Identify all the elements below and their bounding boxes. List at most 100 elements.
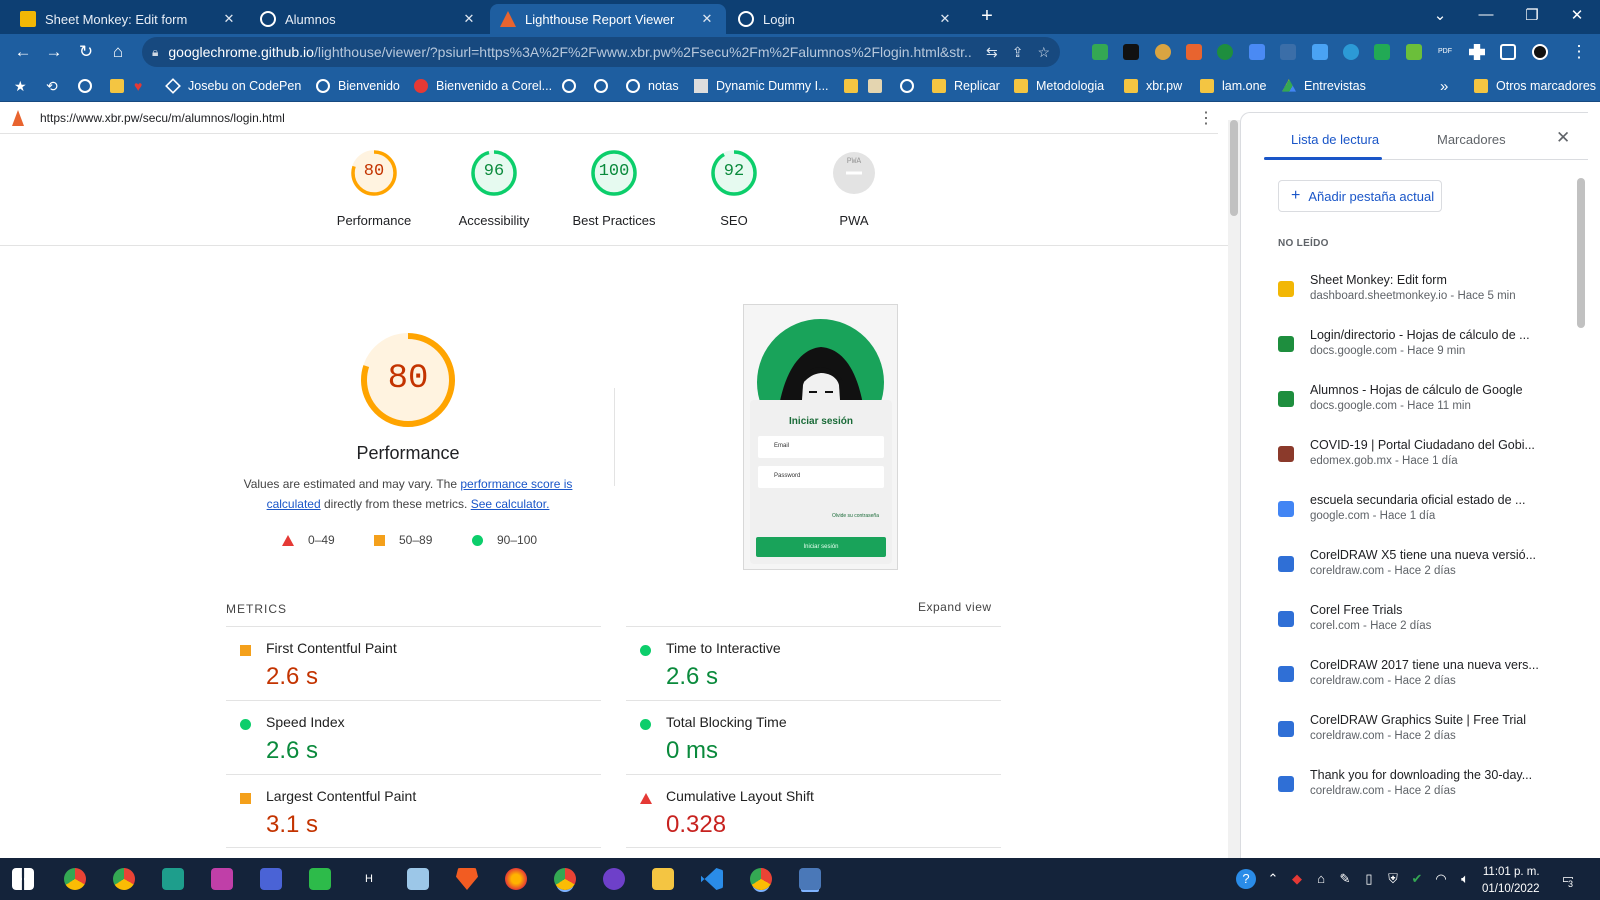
gauge-pwa[interactable]: PWA PWA — [799, 148, 909, 228]
minimize-icon[interactable]: — — [1474, 6, 1498, 23]
cookie-extension-icon[interactable] — [1155, 44, 1171, 60]
more-bookmarks-button[interactable]: » — [1440, 77, 1448, 95]
app-purple-icon[interactable] — [211, 868, 233, 890]
scrollbar-thumb[interactable] — [1230, 120, 1238, 216]
reading-list-item[interactable]: COVID-19 | Portal Ciudadano del Gobi... e… — [1278, 434, 1548, 484]
close-tab-icon[interactable]: ✕ — [698, 11, 716, 27]
tray-expand-icon[interactable]: ⌃ — [1264, 871, 1282, 887]
sheet-extension-icon[interactable] — [1406, 44, 1422, 60]
bookmark-globe-3[interactable] — [594, 77, 616, 95]
app-green-icon[interactable] — [162, 868, 184, 890]
bookmark-corel[interactable]: Bienvenido a Corel... — [414, 77, 552, 95]
page-scrollbar[interactable] — [1228, 120, 1240, 860]
shield-extension-icon[interactable] — [1217, 44, 1233, 60]
close-tab-icon[interactable]: ✕ — [220, 11, 238, 27]
reload-icon[interactable]: ↻ — [75, 41, 97, 63]
gauge-performance[interactable]: 80 Performance — [319, 148, 429, 228]
mailvelope-extension-icon[interactable] — [1123, 44, 1139, 60]
reading-list-item[interactable]: CorelDRAW 2017 tiene una nueva vers... co… — [1278, 654, 1548, 704]
close-tab-icon[interactable]: ✕ — [936, 11, 954, 27]
panel-scrollbar[interactable] — [1576, 162, 1586, 862]
address-bar[interactable]: 🔒︎ googlechrome.github.io/lighthouse/vie… — [142, 37, 1060, 67]
bookmark-star[interactable]: ★ — [14, 77, 27, 95]
chart-extension-icon[interactable] — [1374, 44, 1390, 60]
bookmark-heart[interactable]: ♥ — [134, 77, 142, 95]
bookmark-entrevistas[interactable]: Entrevistas — [1282, 77, 1366, 95]
bookmark-globe-2[interactable] — [562, 77, 584, 95]
bookmark-notas[interactable]: notas — [626, 77, 679, 95]
scrollbar-thumb[interactable] — [1577, 178, 1585, 328]
vscode-icon[interactable] — [701, 868, 723, 890]
wifi-icon[interactable]: ◠ — [1432, 871, 1450, 887]
app-blue-icon[interactable] — [260, 868, 282, 890]
bookmark-globe[interactable] — [78, 77, 100, 95]
chrome-icon[interactable] — [64, 868, 86, 890]
bookmark-star-icon[interactable]: ☆ — [1037, 44, 1050, 61]
start-windows-icon[interactable] — [12, 868, 34, 890]
pdf-extension-icon[interactable]: PDF — [1437, 44, 1453, 60]
share-icon[interactable]: ⇪ — [1012, 44, 1024, 61]
gauge-accessibility[interactable]: 96 Accessibility — [439, 148, 549, 228]
lighthouse-extension-icon[interactable] — [1186, 44, 1202, 60]
firefox-icon[interactable] — [505, 868, 527, 890]
home-icon[interactable]: ⌂ — [107, 41, 129, 63]
reading-list-item[interactable]: Corel Free Trials corel.com - Hace 2 días — [1278, 599, 1548, 649]
app-h-icon[interactable]: H — [358, 868, 380, 890]
translate-icon[interactable]: ⇆ — [986, 44, 998, 61]
tab-reading-list[interactable]: Lista de lectura — [1291, 132, 1379, 147]
chrome-profile-icon[interactable] — [113, 868, 135, 890]
bookmark-history[interactable]: ⟲ — [46, 77, 58, 95]
address-url[interactable]: googlechrome.github.io/lighthouse/viewer… — [168, 44, 972, 60]
restore-icon[interactable]: ❐ — [1520, 6, 1544, 24]
bookmark-camera[interactable] — [868, 77, 890, 95]
lock-icon[interactable]: 🔒︎ — [152, 45, 158, 60]
tab-search-icon[interactable]: ⌄ — [1428, 6, 1452, 24]
expand-view-button[interactable]: Expand view — [918, 600, 992, 614]
back-icon[interactable]: ← — [12, 41, 34, 63]
reading-list-item[interactable]: Login/directorio - Hojas de cálculo de .… — [1278, 324, 1548, 374]
gauge-best-practices[interactable]: 100 Best Practices — [559, 148, 669, 228]
tray-shield-icon[interactable]: ⛨ — [1384, 871, 1402, 887]
new-tab-button[interactable]: + — [976, 5, 998, 28]
app-sheets-icon[interactable] — [309, 868, 331, 890]
tab-alumnos[interactable]: Alumnos ✕ — [250, 4, 488, 34]
reading-list-item[interactable]: Sheet Monkey: Edit form dashboard.sheetmo… — [1278, 269, 1548, 319]
menu-kebab-icon[interactable]: ⋮ — [1568, 41, 1590, 63]
bookmark-replicar[interactable]: Replicar — [932, 77, 1000, 95]
reading-list-item[interactable]: Alumnos - Hojas de cálculo de Google docs… — [1278, 379, 1548, 429]
app-window-icon[interactable] — [799, 868, 821, 890]
tray-usb-icon[interactable]: ⌂ — [1312, 871, 1330, 886]
tray-pen-icon[interactable]: ✎ — [1336, 871, 1354, 887]
notifications-icon[interactable]: ▭3 — [1556, 871, 1580, 889]
add-current-tab-button[interactable]: + Añadir pestaña actual — [1278, 180, 1442, 212]
gauge-seo[interactable]: 92 SEO — [679, 148, 789, 228]
clock[interactable]: 11:01 p. m. 01/10/2022 — [1482, 864, 1540, 898]
reading-list-item[interactable]: CorelDRAW Graphics Suite | Free Trial cor… — [1278, 709, 1548, 759]
app-notes-icon[interactable] — [407, 868, 429, 890]
reading-list-item[interactable]: escuela secundaria oficial estado de ...… — [1278, 489, 1548, 539]
volume-icon[interactable]: 🔈︎ — [1456, 871, 1474, 887]
see-calculator-link[interactable]: See calculator. — [471, 497, 550, 511]
hp-extension-icon[interactable] — [1312, 44, 1328, 60]
profile-avatar[interactable] — [1532, 44, 1548, 60]
bookmark-codepen[interactable]: Josebu on CodePen — [165, 77, 301, 95]
bookmark-folder[interactable] — [110, 77, 132, 95]
tab-bookmarks[interactable]: Marcadores — [1437, 132, 1506, 147]
reading-list-item[interactable]: CorelDRAW X5 tiene una nueva versió... co… — [1278, 544, 1548, 594]
help-icon[interactable]: ? — [1236, 869, 1256, 889]
brave-icon[interactable] — [456, 868, 478, 890]
close-panel-icon[interactable]: ✕ — [1556, 128, 1570, 148]
github-icon[interactable] — [603, 868, 625, 890]
bookmark-folder-2[interactable] — [844, 77, 866, 95]
tray-security-icon[interactable]: ✔ — [1408, 871, 1426, 887]
bookmark-dynamic-dummy[interactable]: Dynamic Dummy I... — [694, 77, 829, 95]
tray-app-icon[interactable]: ◆ — [1288, 871, 1306, 887]
other-bookmarks[interactable]: Otros marcadores — [1474, 77, 1596, 95]
circle-extension-icon[interactable] — [1343, 44, 1359, 60]
report-menu-icon[interactable]: ⋮ — [1198, 108, 1214, 128]
tab-login[interactable]: Login ✕ — [728, 4, 964, 34]
chrome-active-icon[interactable] — [750, 868, 772, 890]
file-explorer-icon[interactable] — [652, 868, 674, 890]
tab-sheet-monkey[interactable]: Sheet Monkey: Edit form ✕ — [10, 4, 248, 34]
chrome-window-icon[interactable] — [554, 868, 576, 890]
